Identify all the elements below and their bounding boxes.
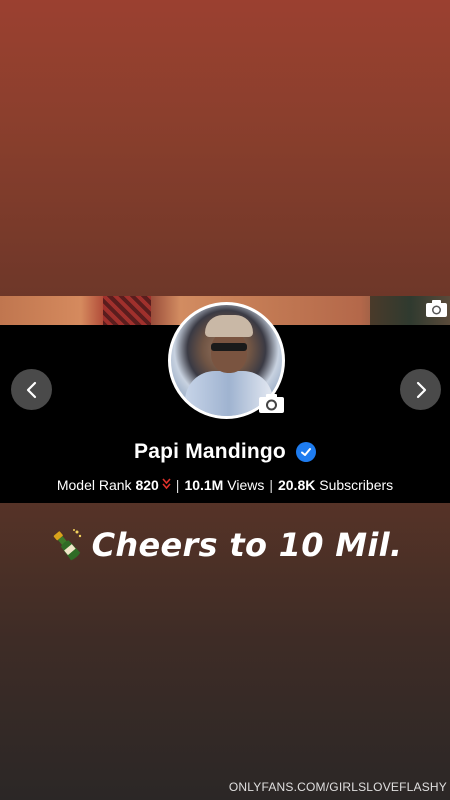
next-button[interactable] — [400, 369, 441, 410]
camera-icon[interactable] — [258, 393, 285, 414]
stats-divider: | — [269, 477, 273, 493]
subscribers-label: Subscribers — [319, 477, 394, 493]
stats-divider: | — [175, 477, 180, 493]
chevron-right-icon — [416, 381, 426, 398]
verified-check-icon — [295, 442, 316, 462]
chevron-left-icon — [26, 381, 36, 398]
rank-value: 820 — [135, 477, 159, 493]
subscribers-value: 20.8K — [277, 477, 316, 493]
views-value: 10.1M — [184, 477, 224, 493]
caption: Cheers to 10 Mil. — [0, 522, 450, 568]
caption-text: Cheers to 10 Mil. — [91, 526, 403, 564]
cover-photo-pattern — [103, 296, 151, 326]
profile-stats: Model Rank 820 | 10.1M Views | 20.8K Sub… — [0, 474, 450, 496]
camera-icon[interactable] — [425, 299, 448, 318]
champagne-bottle-icon — [53, 529, 81, 561]
watermark: ONLYFANS.COM/GIRLSLOVEFLASHY — [228, 780, 447, 794]
views-label: Views — [227, 477, 265, 493]
rank-label: Model Rank — [56, 477, 132, 493]
profile-name: Papi Mandingo — [134, 440, 286, 463]
double-chevron-down-icon — [162, 477, 171, 493]
profile-name-row: Papi Mandingo — [0, 437, 450, 467]
previous-button[interactable] — [11, 369, 52, 410]
